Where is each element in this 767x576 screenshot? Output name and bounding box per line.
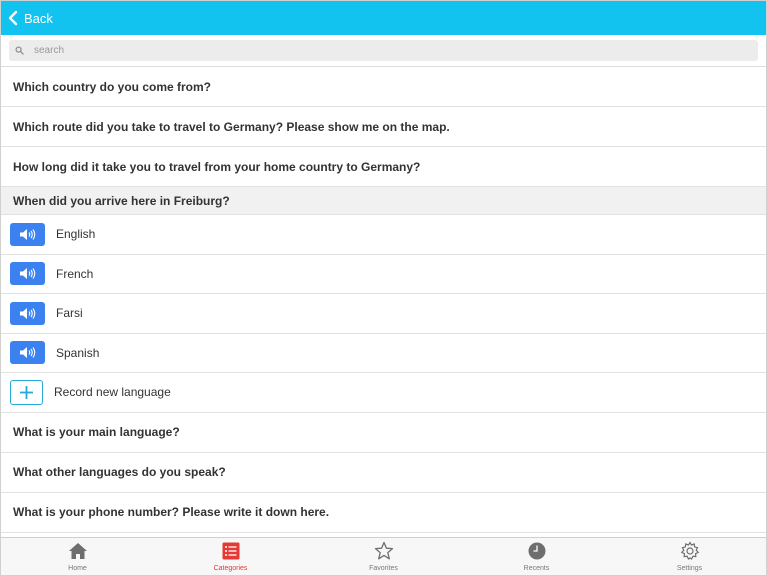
question-item[interactable]: What is your main language? [1, 412, 766, 453]
gear-icon [680, 541, 699, 560]
tab-label: Recents [523, 565, 550, 572]
tab-label: Settings [676, 565, 703, 572]
tab-home[interactable]: Home [1, 538, 154, 575]
tab-recents[interactable]: Recents [460, 538, 613, 575]
speaker-icon [19, 307, 35, 319]
search-input[interactable] [34, 41, 734, 60]
star-icon [374, 541, 393, 560]
header-bar: Back [1, 1, 766, 35]
play-audio-button[interactable] [10, 262, 45, 286]
tab-bar: Home Categories Favorites Recents Settin… [1, 537, 766, 575]
question-list: Which country do you come from? Which ro… [1, 67, 766, 533]
language-label: Spanish [56, 345, 100, 360]
language-row: French [1, 254, 766, 294]
tab-label: Home [68, 565, 87, 572]
play-audio-button[interactable] [10, 341, 45, 365]
record-language-row: Record new language [1, 373, 766, 413]
play-audio-button[interactable] [10, 222, 45, 246]
plus-icon [20, 385, 33, 399]
tab-favorites[interactable]: Favorites [307, 538, 460, 575]
speaker-icon [19, 268, 35, 280]
tab-label: Categories [213, 565, 248, 572]
tab-categories[interactable]: Categories [154, 538, 307, 575]
question-item[interactable]: What other languages do you speak? [1, 452, 766, 493]
search-bar [1, 35, 766, 67]
clock-icon [528, 542, 545, 560]
language-row: Farsi [1, 294, 766, 334]
speaker-icon [19, 228, 35, 240]
language-row: English [1, 215, 766, 255]
back-button[interactable]: Back [1, 1, 63, 35]
speaker-icon [19, 347, 35, 359]
search-icon [15, 46, 24, 55]
list-icon [222, 542, 239, 560]
tab-settings[interactable]: Settings [613, 538, 766, 575]
chevron-left-icon [8, 10, 18, 26]
question-item[interactable]: What is your phone number? Please write … [1, 492, 766, 533]
language-label: English [56, 227, 96, 242]
app-window: Back Which country do you come from? Whi… [0, 0, 767, 576]
question-item[interactable]: Which route did you take to travel to Ge… [1, 107, 766, 147]
language-label: French [56, 266, 94, 281]
language-label: Farsi [56, 306, 83, 321]
record-new-language-button[interactable] [10, 379, 43, 405]
record-new-language-label: Record new language [54, 385, 171, 400]
back-label: Back [24, 10, 53, 26]
home-icon [68, 543, 87, 559]
language-row: Spanish [1, 333, 766, 373]
question-item[interactable]: Which country do you come from? [1, 67, 766, 107]
play-audio-button[interactable] [10, 301, 45, 325]
question-item[interactable]: How long did it take you to travel from … [1, 147, 766, 187]
tab-label: Favorites [369, 565, 398, 572]
search-box[interactable] [9, 40, 758, 61]
question-item-expanded[interactable]: When did you arrive here in Freiburg? [1, 187, 766, 215]
